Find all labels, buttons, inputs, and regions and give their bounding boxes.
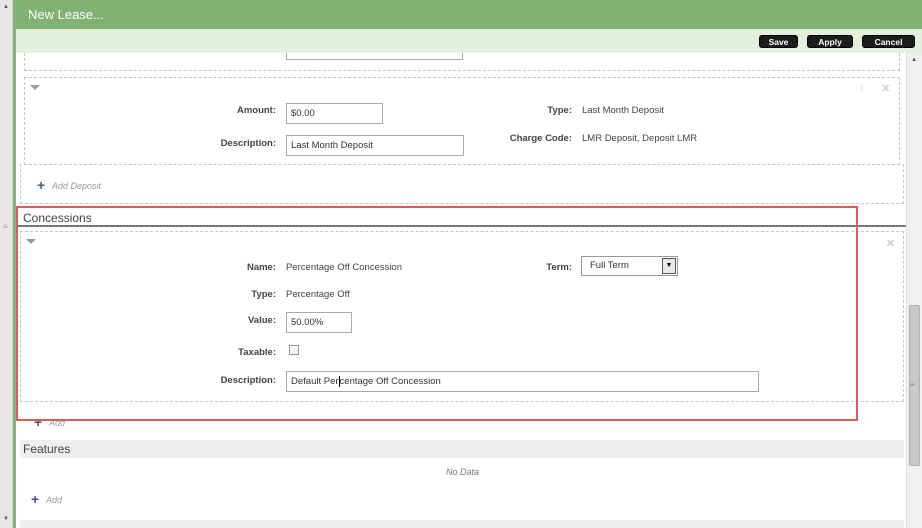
features-empty-text: No Data — [446, 467, 480, 477]
concession-term-label: Term: — [546, 262, 572, 273]
concession-taxable-checkbox[interactable] — [289, 345, 299, 355]
scroll-grip-icon: ≡ — [3, 222, 8, 231]
chevron-down-icon[interactable]: ▼ — [662, 258, 676, 274]
deposit-section-border — [20, 164, 904, 204]
scroll-down-arrow-icon[interactable]: ▼ — [3, 516, 9, 522]
concession-description-text-start: Default Per — [291, 376, 339, 387]
concession-term-value: Full Term — [590, 260, 629, 271]
concession-type-value: Percentage Off — [286, 289, 350, 300]
concession-value-label: Value: — [248, 315, 276, 326]
cancel-button[interactable]: Cancel — [862, 35, 915, 48]
collapse-triangle-icon[interactable] — [26, 239, 36, 244]
concession-value-input[interactable]: 50.00% — [286, 312, 352, 333]
concession-description-input[interactable]: Default Percentage Off Concession — [286, 371, 759, 392]
toolbar: Save Apply Cancel — [16, 29, 922, 53]
add-concession-link[interactable]: Add — [49, 418, 65, 428]
scroll-grip-icon: ≡ — [910, 380, 915, 389]
deposit-amount-input[interactable]: $0.00 — [286, 103, 383, 124]
concession-description-label: Description: — [220, 375, 276, 386]
features-header: Features — [20, 440, 904, 458]
next-section-header — [20, 520, 904, 528]
deposit-charge-code-label: Charge Code: — [509, 133, 572, 144]
concession-name-label: Name: — [246, 262, 276, 273]
deposit-type-label: Type: — [547, 105, 572, 116]
deposit-description-label: Description: — [220, 138, 276, 149]
right-scrollbar[interactable]: ▲ ≡ — [906, 53, 922, 528]
left-scrollbar[interactable]: ▲ ≡ ▼ — [0, 0, 13, 528]
previous-deposit-field[interactable] — [286, 53, 463, 60]
concession-name-value: Percentage Off Concession — [286, 262, 403, 273]
deposit-description-input[interactable]: Last Month Deposit — [286, 135, 464, 156]
move-up-icon[interactable]: ↑ — [859, 83, 864, 94]
window-titlebar: New Lease... — [16, 0, 922, 29]
save-button[interactable]: Save — [759, 35, 798, 48]
collapse-triangle-icon[interactable] — [30, 85, 40, 90]
remove-deposit-close-icon[interactable]: ✕ — [881, 82, 890, 95]
add-feature-link[interactable]: Add — [46, 495, 62, 505]
concession-description-text-end: centage Off Concession — [339, 376, 441, 387]
lease-form: ↑ ✕ Amount: $0.00 Description: Last Mont… — [16, 53, 906, 528]
concession-term-select[interactable]: Full Term ▼ — [581, 256, 678, 276]
concession-taxable-label: Taxable: — [238, 347, 276, 358]
deposit-amount-label: Amount: — [236, 105, 276, 116]
concession-type-label: Type: — [251, 289, 276, 300]
scroll-up-arrow-icon[interactable]: ▲ — [3, 4, 9, 10]
apply-button[interactable]: Apply — [807, 35, 853, 48]
deposit-type-value: Last Month Deposit — [582, 105, 664, 116]
scroll-up-arrow-icon[interactable]: ▲ — [911, 57, 917, 63]
deposit-charge-code-value: LMR Deposit, Deposit LMR — [582, 133, 698, 144]
add-concession-plus-icon[interactable]: + — [34, 415, 42, 429]
add-feature-plus-icon[interactable]: + — [31, 492, 39, 506]
remove-concession-close-icon[interactable]: ✕ — [886, 237, 895, 250]
concessions-header: Concessions — [16, 209, 906, 227]
window-title: New Lease... — [28, 7, 104, 22]
